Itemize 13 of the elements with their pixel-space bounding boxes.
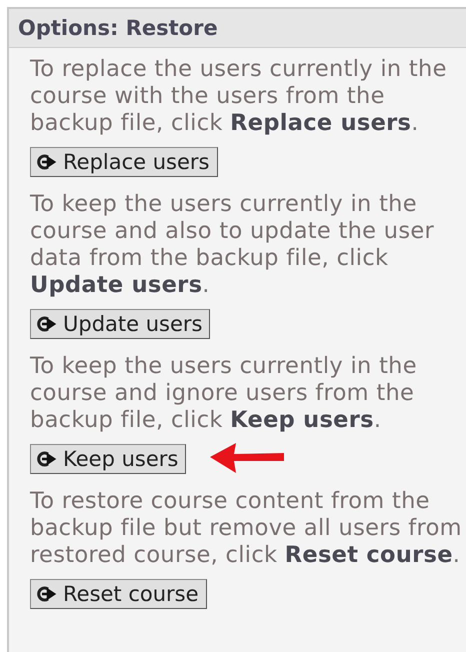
option-description: To restore course content from the backup file but remove all users from restored course, click Reset course. <box>30 488 463 569</box>
panel-title: Options: Restore <box>9 9 466 48</box>
option-button[interactable]: Update users <box>30 309 210 339</box>
arrow-into-circle-icon <box>37 586 59 602</box>
arrow-into-circle-icon <box>37 154 59 170</box>
arrow-into-circle-icon <box>37 316 59 332</box>
option-description: To keep the users currently in the course and also to update the user data from the backup file, click Update users. <box>30 191 436 299</box>
option-description: To keep the users currently in the course and ignore users from the backup file, click Keep users. <box>30 353 418 434</box>
option-button[interactable]: Replace users <box>30 147 218 177</box>
option-description: To replace the users currently in the course with the users from the backup file, click Replace users. <box>30 56 448 137</box>
arrow-into-circle-icon <box>37 451 59 467</box>
option-button[interactable]: Reset course <box>30 579 207 609</box>
option-button[interactable]: Keep users <box>30 444 186 474</box>
